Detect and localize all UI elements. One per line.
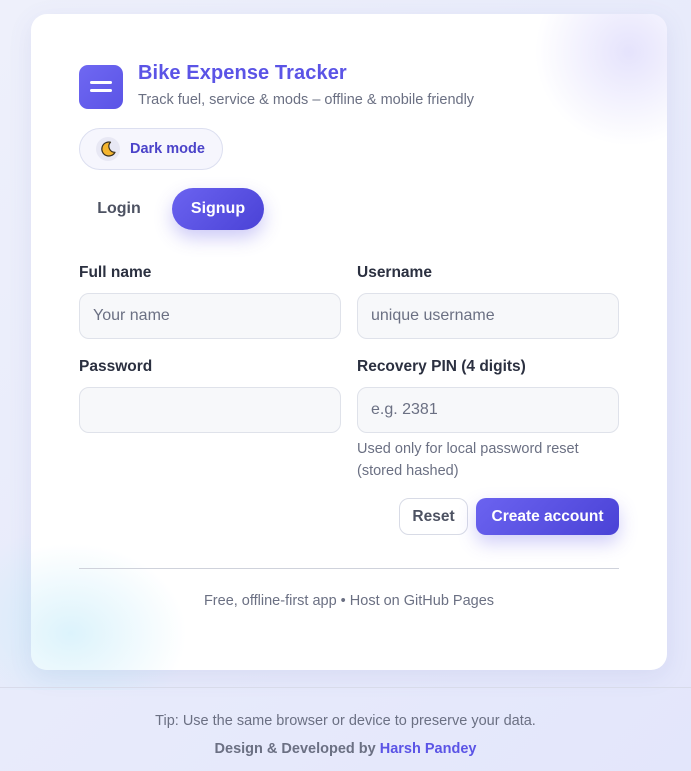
- full-name-label: Full name: [79, 264, 152, 281]
- app-title: Bike Expense Tracker: [138, 62, 347, 84]
- full-name-input[interactable]: [79, 293, 341, 339]
- footer-divider: [0, 687, 691, 688]
- credit-prefix: Design & Developed by: [214, 741, 376, 757]
- divider: [79, 568, 619, 569]
- recovery-pin-label: Recovery PIN (4 digits): [357, 358, 526, 375]
- username-label: Username: [357, 264, 432, 281]
- password-input[interactable]: [79, 387, 341, 433]
- footer-tip: Tip: Use the same browser or device to p…: [155, 713, 536, 729]
- create-account-button[interactable]: Create account: [476, 498, 619, 535]
- dark-mode-toggle[interactable]: Dark mode: [79, 128, 223, 170]
- card-footer-text: Free, offline-first app • Host on GitHub…: [203, 593, 495, 609]
- author-link[interactable]: Harsh Pandey: [380, 741, 477, 757]
- reset-button[interactable]: Reset: [399, 498, 468, 535]
- dark-mode-label: Dark mode: [130, 141, 205, 157]
- menu-lines-icon: [90, 80, 112, 94]
- signup-card: Bike Expense Tracker Track fuel, service…: [31, 14, 667, 670]
- crescent-moon-icon: [96, 137, 120, 161]
- tab-login[interactable]: Login: [79, 188, 159, 230]
- footer-credit: Design & Developed by Harsh Pandey: [0, 741, 691, 757]
- tab-signup[interactable]: Signup: [172, 188, 264, 230]
- password-label: Password: [79, 358, 153, 375]
- username-input[interactable]: [357, 293, 619, 339]
- card-glow-top-right: [527, 14, 667, 154]
- recovery-pin-hint: Used only for local password reset (stor…: [357, 441, 579, 479]
- app-logo: [79, 65, 123, 109]
- recovery-pin-input[interactable]: [357, 387, 619, 433]
- app-subtitle: Track fuel, service & mods – offline & m…: [138, 92, 475, 108]
